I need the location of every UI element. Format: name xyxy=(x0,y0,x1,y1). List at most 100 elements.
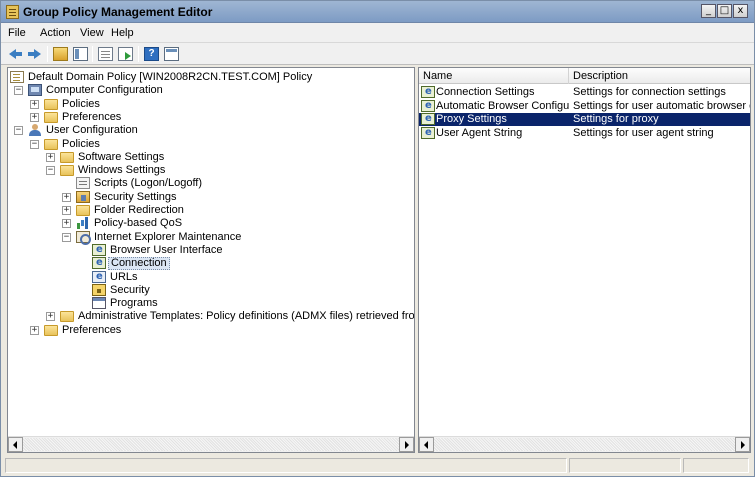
tree-node-label: URLs xyxy=(110,270,138,283)
folder-icon xyxy=(44,324,58,336)
toolbar-separator xyxy=(47,46,48,62)
user-icon xyxy=(28,124,42,137)
ie-setting-icon xyxy=(92,256,106,270)
tree-node-label: Folder Redirection xyxy=(94,204,184,216)
tree-node-label: Internet Explorer Maintenance xyxy=(94,230,242,243)
status-bar xyxy=(5,456,751,474)
tree-node-label: Scripts (Logon/Logoff) xyxy=(94,177,203,190)
list-item[interactable]: User Agent String Settings for user agent… xyxy=(419,126,750,140)
tree-node-label: Administrative Templates: Policy definit… xyxy=(78,310,415,323)
list-item-description: Settings for proxy xyxy=(573,113,659,125)
close-button[interactable]: x xyxy=(733,4,748,18)
menu-file[interactable]: File xyxy=(8,27,26,39)
list-item-name: Automatic Browser Configurat... xyxy=(436,99,569,112)
menu-help[interactable]: Help xyxy=(111,27,134,39)
collapse-icon[interactable]: − xyxy=(62,232,71,242)
expand-icon[interactable]: + xyxy=(46,152,55,162)
column-header-description[interactable]: Description xyxy=(569,68,750,84)
back-arrow-icon[interactable] xyxy=(8,47,23,61)
minimize-button[interactable]: _ xyxy=(701,4,716,18)
scroll-right-button[interactable] xyxy=(399,437,414,452)
gpo-editor-icon xyxy=(6,5,19,19)
menu-action[interactable]: Action xyxy=(40,27,71,39)
column-header-name[interactable]: Name xyxy=(419,68,569,84)
list-item[interactable]: Proxy Settings Settings for proxy xyxy=(419,112,750,126)
folder-icon xyxy=(60,311,74,323)
policy-doc-icon xyxy=(10,71,24,83)
tree-node-label: Browser User Interface xyxy=(110,243,223,256)
toolbar: ? xyxy=(1,43,754,65)
status-cell xyxy=(569,458,681,473)
forward-arrow-icon[interactable] xyxy=(27,47,42,61)
list-item-description: Settings for user automatic browser conf… xyxy=(573,99,750,112)
expand-icon[interactable]: + xyxy=(30,325,39,335)
window-title: Group Policy Management Editor xyxy=(23,5,213,19)
help-icon[interactable]: ? xyxy=(144,47,159,61)
list-item-description: Settings for user agent string xyxy=(573,126,714,139)
folder-icon xyxy=(60,165,74,177)
expand-icon[interactable]: + xyxy=(30,112,39,122)
expand-icon[interactable]: + xyxy=(62,192,71,202)
tree-node-label: Security Settings xyxy=(94,190,177,203)
tree-node-label: Default Domain Policy [WIN2008R2CN.TEST.… xyxy=(28,71,313,83)
expand-icon[interactable]: + xyxy=(62,206,71,215)
collapse-icon[interactable]: − xyxy=(46,166,55,176)
expand-icon[interactable]: + xyxy=(46,312,55,322)
lock-icon xyxy=(92,283,106,296)
status-cell xyxy=(5,458,567,473)
properties-icon[interactable] xyxy=(98,47,113,61)
tree-node-label: User Configuration xyxy=(46,124,138,137)
export-list-icon[interactable] xyxy=(118,47,133,61)
folder-icon xyxy=(44,111,58,123)
collapse-icon[interactable]: − xyxy=(14,86,23,96)
folder-icon xyxy=(44,138,58,150)
list-header: Name Description xyxy=(419,68,750,84)
scroll-right-button[interactable] xyxy=(735,437,750,452)
tree-horizontal-scrollbar[interactable] xyxy=(8,436,414,452)
ie-urls-icon xyxy=(92,270,106,283)
list-horizontal-scrollbar[interactable] xyxy=(419,436,750,452)
collapse-icon[interactable]: − xyxy=(30,139,39,149)
scroll-left-button[interactable] xyxy=(419,437,434,452)
list-item[interactable]: Connection Settings Settings for connecti… xyxy=(419,85,750,99)
scroll-track[interactable] xyxy=(434,438,735,451)
tree-node-label: Policy-based QoS xyxy=(94,217,183,230)
tree-node-label: Connection xyxy=(108,257,170,271)
menu-view[interactable]: View xyxy=(80,27,104,39)
expand-icon[interactable]: + xyxy=(30,99,39,109)
title-bar[interactable]: Group Policy Management Editor _ □ x xyxy=(1,1,754,23)
app-window: Group Policy Management Editor _ □ x Fil… xyxy=(0,0,755,477)
ie-setting-icon xyxy=(421,112,435,125)
list-item-name: Proxy Settings xyxy=(436,113,507,125)
scroll-track[interactable] xyxy=(23,438,399,451)
list-item[interactable]: Automatic Browser Configurat... Settings … xyxy=(419,99,750,113)
qos-chart-icon xyxy=(76,217,90,230)
tree-node-label: Security xyxy=(110,283,150,296)
programs-icon xyxy=(92,297,106,310)
show-hide-console-tree-icon[interactable] xyxy=(73,47,88,61)
details-pane[interactable]: Name Description Connection Settings Sett… xyxy=(418,67,751,453)
scroll-left-button[interactable] xyxy=(8,437,23,452)
toolbar-separator xyxy=(138,46,139,62)
status-cell xyxy=(683,458,749,473)
ie-setting-icon xyxy=(421,126,435,139)
maximize-button[interactable]: □ xyxy=(717,4,732,18)
ie-maintenance-icon xyxy=(76,230,91,245)
show-hide-action-pane-icon[interactable] xyxy=(164,47,179,61)
tree-node-label: Policies xyxy=(62,137,100,150)
list-item-name: Connection Settings xyxy=(436,86,535,98)
tree-node-label: Computer Configuration xyxy=(46,84,163,97)
folder-icon xyxy=(76,205,90,216)
ie-setting-icon xyxy=(92,243,106,256)
menu-bar: File Action View Help xyxy=(1,23,754,43)
up-one-level-icon[interactable] xyxy=(53,47,68,61)
ie-setting-icon xyxy=(421,85,435,98)
tree-node-label: Policies xyxy=(62,97,100,110)
ie-setting-icon xyxy=(421,99,435,112)
list-item-description: Settings for connection settings xyxy=(573,86,726,98)
list-item-name: User Agent String xyxy=(436,126,523,139)
console-tree[interactable]: Default Domain Policy [WIN2008R2CN.TEST.… xyxy=(7,67,415,453)
expand-icon[interactable]: + xyxy=(62,219,71,229)
collapse-icon[interactable]: − xyxy=(14,126,23,136)
tree-node-label: Preferences xyxy=(62,323,122,336)
